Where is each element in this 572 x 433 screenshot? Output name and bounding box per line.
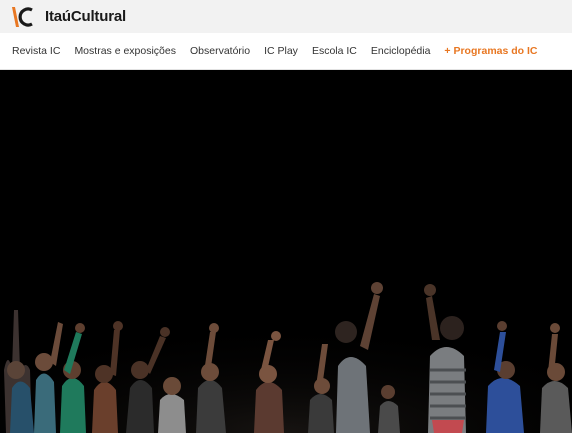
nav-item-mostras-e-exposicoes[interactable]: Mostras e exposições xyxy=(74,45,176,57)
nav-item-revista-ic[interactable]: Revista IC xyxy=(12,45,60,57)
site-logo-link[interactable]: ItaúCultural xyxy=(10,5,126,29)
nav-item-escola-ic[interactable]: Escola IC xyxy=(312,45,357,57)
logo-text: ItaúCultural xyxy=(45,8,126,25)
site-header: ItaúCultural xyxy=(0,0,572,33)
itau-cultural-logo-icon xyxy=(10,5,34,29)
hero-image-dancers xyxy=(0,70,572,433)
nav-item-enciclopedia[interactable]: Enciclopédia xyxy=(371,45,431,57)
main-nav: Revista IC Mostras e exposições Observat… xyxy=(0,33,572,70)
page: ItaúCultural Revista IC Mostras e exposi… xyxy=(0,0,572,433)
nav-item-observatorio[interactable]: Observatório xyxy=(190,45,250,57)
nav-item-programas-do-ic[interactable]: + Programas do IC xyxy=(444,45,537,57)
hero-photo-illustration xyxy=(0,70,572,433)
nav-item-ic-play[interactable]: IC Play xyxy=(264,45,298,57)
